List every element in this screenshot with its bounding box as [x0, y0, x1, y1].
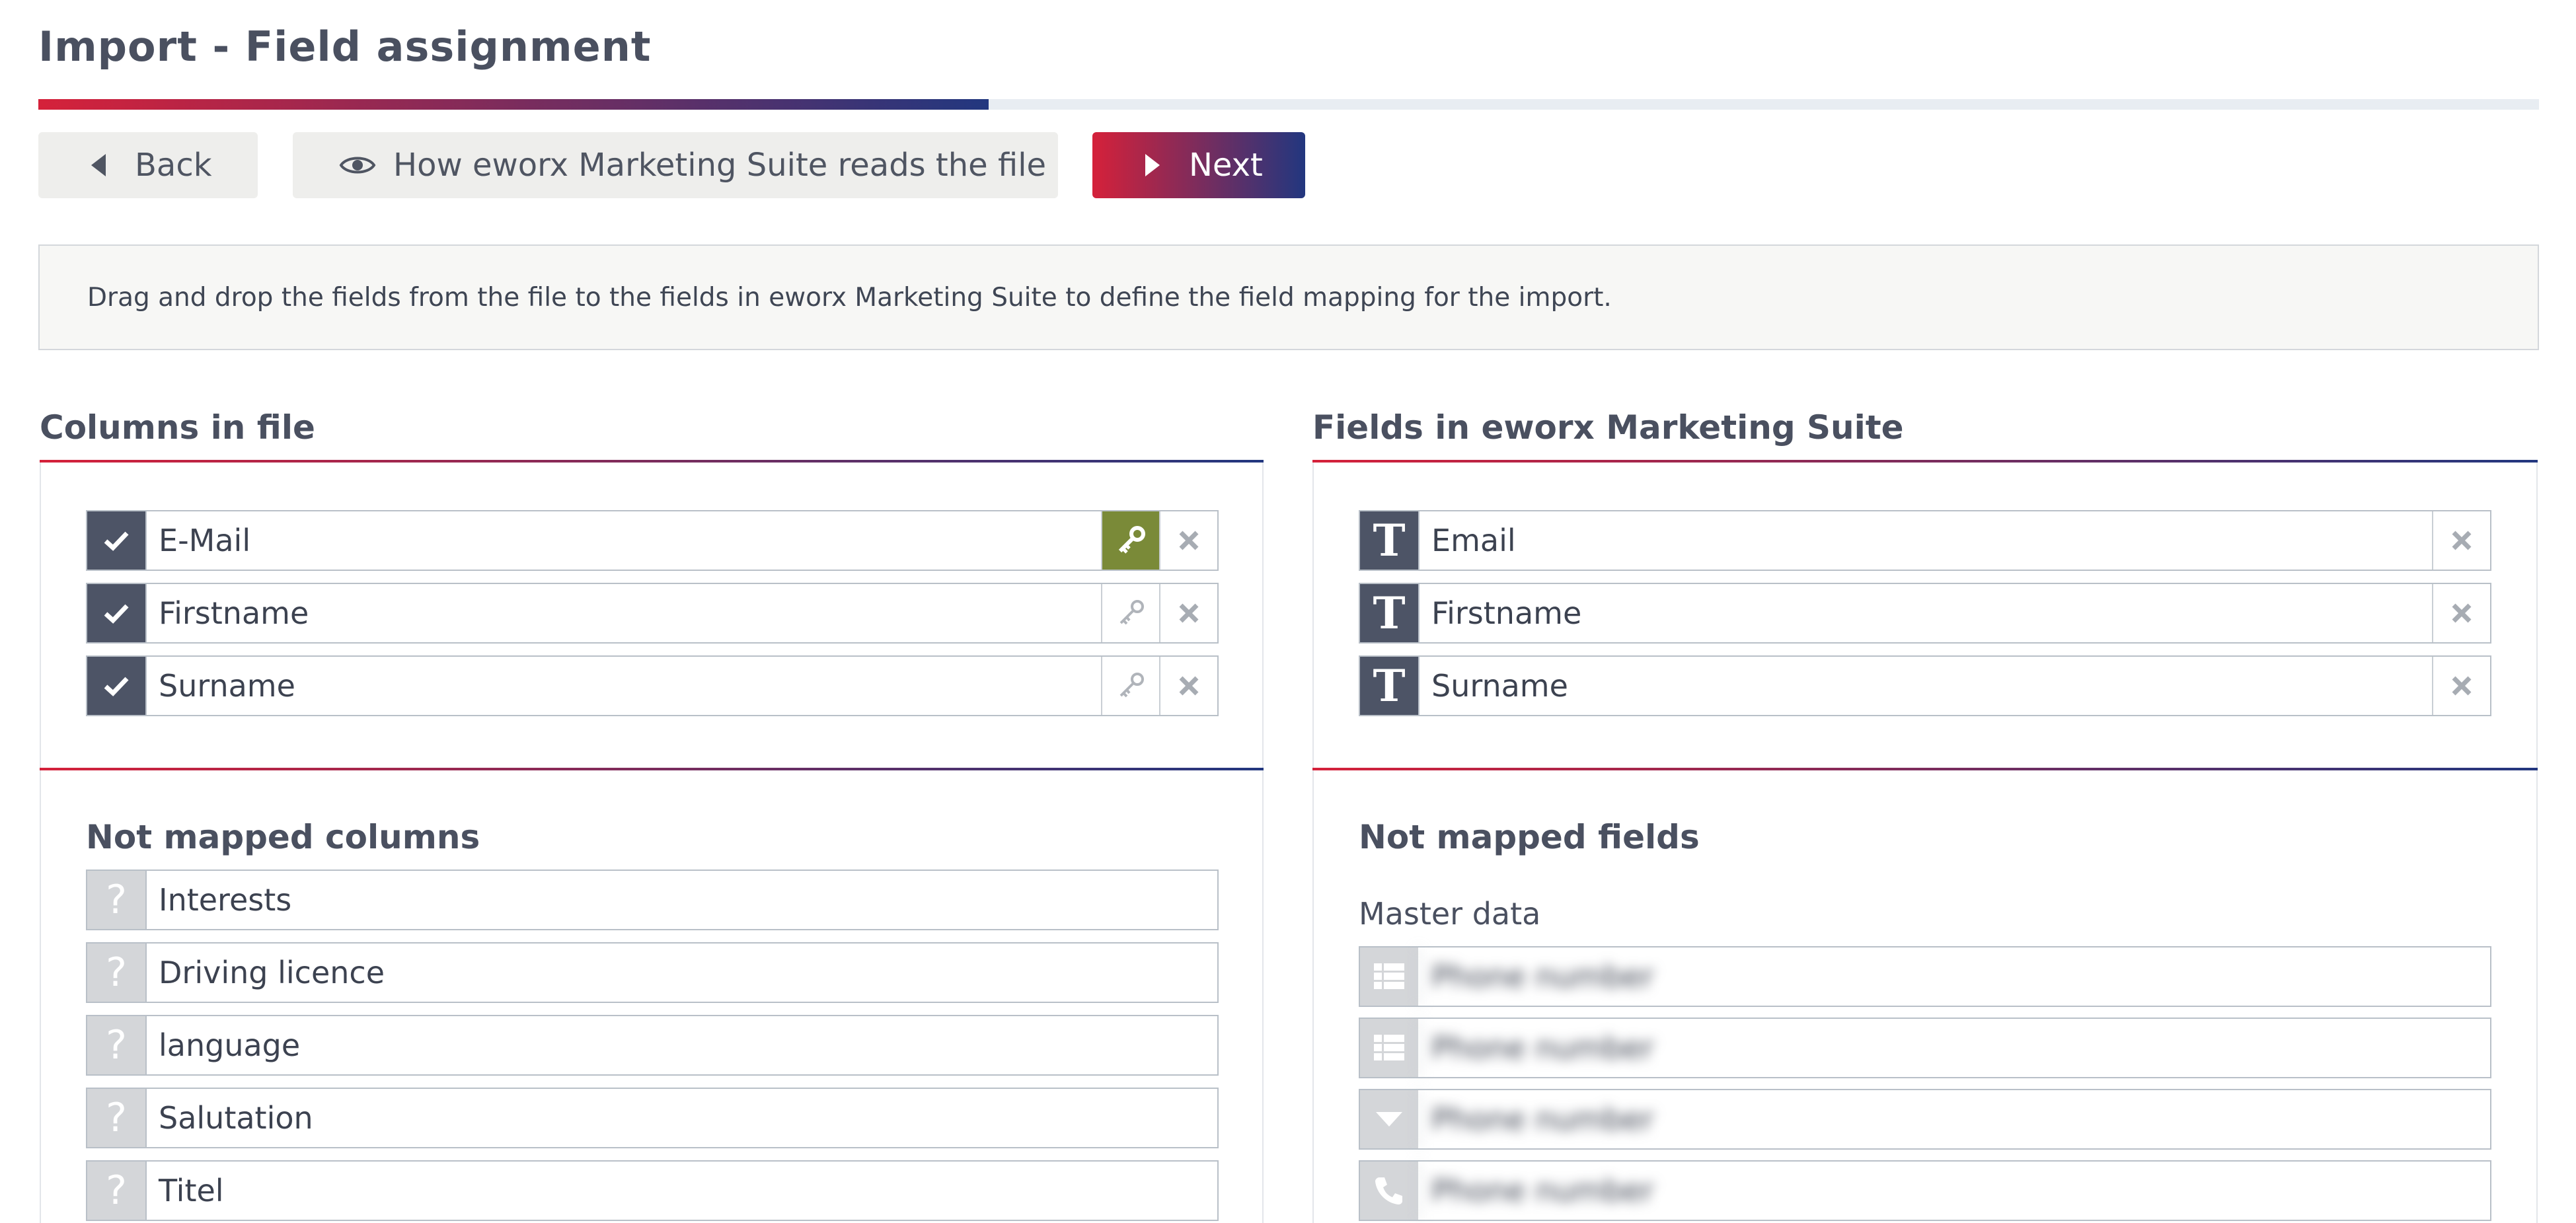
question-icon: ? [87, 1162, 145, 1220]
key-icon[interactable] [1101, 584, 1159, 642]
columns-in-file-title: Columns in file [40, 408, 315, 447]
column-label: language [145, 1016, 1217, 1074]
column-label: Titel [145, 1162, 1217, 1220]
page-title: Import - Field assignment [38, 22, 652, 71]
file-preview-button[interactable]: How eworx Marketing Suite reads the file [293, 132, 1058, 198]
caret-right-icon [1145, 154, 1160, 176]
back-button-label: Back [135, 147, 212, 184]
mapped-column-row[interactable]: E-Mail [86, 510, 1219, 571]
remove-mapping-icon[interactable] [1159, 511, 1217, 570]
not-mapped-fields-title: Not mapped fields [1359, 818, 1700, 856]
field-label: Phone number [1418, 1090, 2490, 1148]
unmapped-field-row[interactable]: Phone number [1359, 946, 2491, 1007]
eye-icon [339, 153, 376, 177]
field-label: Firstname [1418, 584, 2432, 642]
unmapped-column-row[interactable]: ? Interests [86, 870, 1219, 930]
column-label: Salutation [145, 1089, 1217, 1147]
mapped-columns-list: E-Mail Firstname Surname [86, 510, 1219, 716]
next-button[interactable]: Next [1092, 132, 1305, 198]
column-label: E-Mail [145, 511, 1101, 570]
remove-mapping-icon[interactable] [2432, 511, 2490, 570]
phone-icon [1360, 1162, 1418, 1220]
list-icon [1360, 1019, 1418, 1077]
unmapped-field-row[interactable]: Phone number [1359, 1018, 2491, 1078]
text-type-icon: T [1360, 511, 1418, 570]
unmapped-field-row[interactable]: Phone number [1359, 1089, 2491, 1150]
master-data-group-label: Master data [1359, 896, 1541, 932]
text-type-icon: T [1360, 584, 1418, 642]
divider [40, 768, 1264, 770]
key-icon[interactable] [1101, 657, 1159, 715]
unmapped-field-row[interactable]: Phone number [1359, 1160, 2491, 1221]
field-label: Phone number [1418, 1019, 2490, 1077]
question-icon: ? [87, 1089, 145, 1147]
remove-mapping-icon[interactable] [2432, 657, 2490, 715]
suite-fields-title: Fields in eworx Marketing Suite [1312, 408, 1904, 447]
not-mapped-fields-list: Phone number Phone number Phone number P… [1359, 946, 2491, 1221]
mapped-field-row[interactable]: T Firstname [1359, 583, 2491, 644]
mapped-fields-list: T Email T Firstname T Surname [1359, 510, 2491, 716]
not-mapped-columns-title: Not mapped columns [86, 818, 480, 856]
unmapped-column-row[interactable]: ? Driving licence [86, 942, 1219, 1003]
column-label: Firstname [145, 584, 1101, 642]
mapped-field-row[interactable]: T Email [1359, 510, 2491, 571]
question-icon: ? [87, 871, 145, 929]
file-preview-button-label: How eworx Marketing Suite reads the file [393, 147, 1047, 184]
progress-bar [38, 99, 2539, 110]
next-button-label: Next [1189, 147, 1263, 184]
check-icon [87, 511, 145, 570]
question-icon: ? [87, 1016, 145, 1074]
mapped-column-row[interactable]: Surname [86, 655, 1219, 716]
not-mapped-columns-list: ? Interests ? Driving licence ? language… [86, 870, 1219, 1221]
instructions-box: Drag and drop the fields from the file t… [38, 244, 2539, 350]
check-icon [87, 584, 145, 642]
remove-mapping-icon[interactable] [1159, 584, 1217, 642]
check-icon [87, 657, 145, 715]
field-label: Surname [1418, 657, 2432, 715]
mapped-field-row[interactable]: T Surname [1359, 655, 2491, 716]
key-icon[interactable] [1101, 511, 1159, 570]
field-label: Email [1418, 511, 2432, 570]
unmapped-column-row[interactable]: ? Salutation [86, 1088, 1219, 1148]
divider [1312, 768, 2538, 770]
unmapped-column-row[interactable]: ? Titel [86, 1160, 1219, 1221]
caret-left-icon [91, 154, 106, 176]
mapped-column-row[interactable]: Firstname [86, 583, 1219, 644]
remove-mapping-icon[interactable] [1159, 657, 1217, 715]
list-icon [1360, 947, 1418, 1006]
column-label: Surname [145, 657, 1101, 715]
remove-mapping-icon[interactable] [2432, 584, 2490, 642]
back-button[interactable]: Back [38, 132, 258, 198]
column-label: Interests [145, 871, 1217, 929]
column-label: Driving licence [145, 944, 1217, 1002]
progress-bar-fill [38, 99, 989, 110]
instructions-text: Drag and drop the fields from the file t… [87, 282, 1612, 313]
unmapped-column-row[interactable]: ? language [86, 1015, 1219, 1076]
question-icon: ? [87, 944, 145, 1002]
field-label: Phone number [1418, 1162, 2490, 1220]
text-type-icon: T [1360, 657, 1418, 715]
field-label: Phone number [1418, 947, 2490, 1006]
dropdown-icon [1360, 1090, 1418, 1148]
